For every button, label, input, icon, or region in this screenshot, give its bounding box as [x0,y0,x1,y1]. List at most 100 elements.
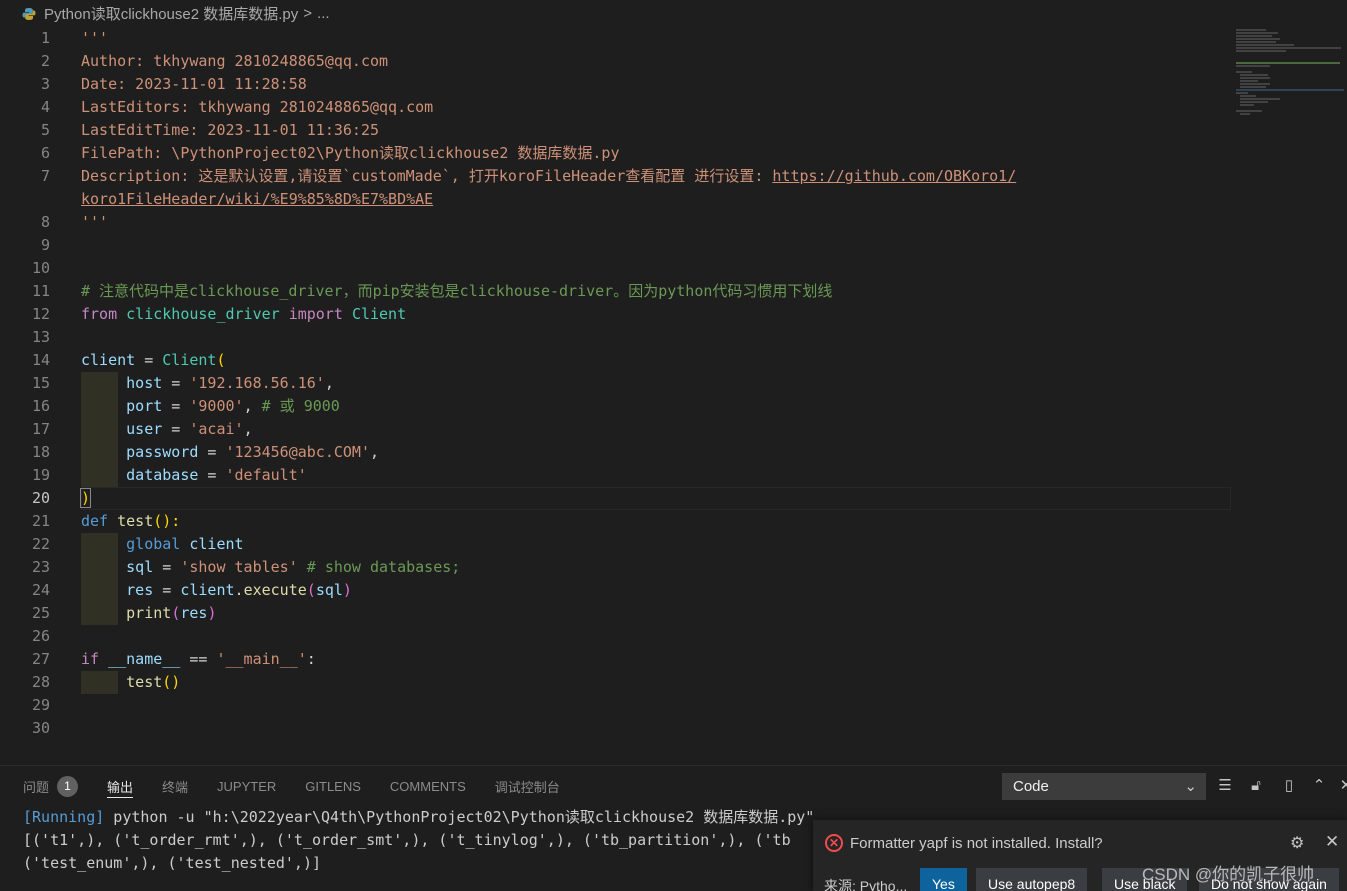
line-number: 22 [31,535,50,553]
code-line-comment: # 注意代码中是clickhouse_driver，而pip安装包是clickh… [81,282,833,300]
var-res: res [180,604,208,622]
running-label: [Running] [23,808,105,826]
func-sig: (): [153,512,181,530]
code-line: client = Client( [81,349,226,372]
line-number: 24 [31,581,50,599]
tab-jupyter[interactable]: JUPYTER [217,766,276,806]
code-line: FilePath: \PythonProject02\Python读取click… [81,144,620,162]
line-number: 15 [31,374,50,392]
code-line-import: from clickhouse_driver import Client [81,303,406,326]
var-client: client [180,581,235,599]
tab-label: GITLENS [305,778,361,794]
arg-key: host [126,374,163,392]
tab-comments[interactable]: COMMENTS [390,766,466,806]
tab-debug-console[interactable]: 调试控制台 [495,766,560,806]
gear-icon[interactable]: ⚙ [1290,833,1304,853]
line-number: 18 [31,443,50,461]
code-line: port = '9000', # 或 9000 [126,397,340,415]
problems-count-badge: 1 [57,775,79,797]
tab-label: 输出 [107,779,134,795]
use-autopep8-button[interactable]: Use autopep8 [976,868,1088,891]
line-number-active: 20 [31,489,50,507]
tab-label: 终端 [162,779,189,795]
lock-scroll-icon[interactable]: 🔓︎ [1247,777,1265,795]
tab-output[interactable]: 输出 [107,766,134,806]
line-number: 9 [40,236,50,254]
var-client: client [189,535,244,553]
breadcrumb-separator: > [303,5,313,22]
line-number: 6 [40,144,50,162]
line-number: 4 [40,98,50,116]
tab-problems[interactable]: 问题 1 [23,766,79,806]
code-line: Date: 2023-11-01 11:28:58 [81,75,307,93]
operator: == [180,650,217,668]
tab-terminal[interactable]: 终端 [162,766,188,806]
yes-button[interactable]: Yes [920,868,967,891]
code-line: test() [81,671,180,694]
code-line: print(res) [126,604,217,622]
code-line: Description: 这是默认设置,请设置`customMade`, 打开k… [81,165,1016,188]
class-name: Client [351,305,407,323]
var-sql: sql [315,581,343,599]
close-icon[interactable]: ✕ [1325,832,1339,852]
notification-text: Formatter yapf is not installed. Install… [850,834,1103,852]
line-number: 26 [31,627,50,645]
line-number: 12 [31,305,50,323]
code-line: LastEditTime: 2023-11-01 11:36:25 [81,121,380,139]
kw-global: global [126,535,181,553]
line-number: 19 [31,466,50,484]
line-number: 11 [31,282,50,300]
line-number: 27 [31,650,50,668]
line-number: 29 [31,696,50,714]
code-line: ''' [81,213,109,231]
close-panel-icon[interactable]: ✕ [1337,777,1347,795]
var-sql: sql [126,558,154,576]
breadcrumb-file[interactable]: Python读取clickhouse2 数据库数据.py [44,3,298,24]
arg-key: password [126,443,199,461]
code-line: def test(): [81,510,180,533]
kw-def: def [81,512,109,530]
output-source-value: Code [1013,778,1049,795]
code-line: user = 'acai', [126,420,253,438]
watermark: CSDN @你的凯子很帅 [1142,865,1315,884]
func-print: print [126,604,172,622]
code-line: password = '123456@abc.COM', [126,443,380,461]
code-line: koro1FileHeader/wiki/%E9%85%8D%E7%BD%AE [81,188,433,211]
open-log-icon[interactable]: ▯ [1280,777,1298,795]
line-number: 2 [40,52,50,70]
code-line-active: ) [79,487,92,510]
output-source-select[interactable]: Code ⌄ [1002,773,1206,800]
main-string: '__main__' [216,650,307,668]
clear-output-icon[interactable]: ☰ [1216,777,1234,795]
code-line: if __name__ == '__main__': [81,648,316,671]
code-line: host = '192.168.56.16', [126,374,334,392]
code-line: Author: tkhywang 2810248865@qq.com [81,52,389,70]
func-name: test [117,512,154,530]
code-editor[interactable]: 1 2 3 4 5 6 7 8 9 10 11 12 13 14 15 16 1… [0,27,1347,765]
bracket-close: ) [79,488,92,508]
minimap[interactable] [1232,27,1347,147]
arg-value: 'default' [225,466,307,484]
description-link-wrap[interactable]: koro1FileHeader/wiki/%E9%85%8D%E7%BD%AE [81,190,433,208]
error-icon: ✕ [825,834,843,852]
inline-comment: # 或 9000 [261,397,340,415]
line-number: 3 [40,75,50,93]
description-text: Description: 这是默认设置,请设置`customMade`, 打开k… [81,167,773,185]
var-res: res [126,581,154,599]
maximize-panel-icon[interactable]: ⌃ [1310,777,1328,795]
breadcrumb-more[interactable]: ... [317,5,330,22]
call-test: test [126,673,163,691]
line-number: 14 [31,351,50,369]
python-file-icon [22,7,36,21]
run-command: python -u "h:\2022year\Q4th\PythonProjec… [104,808,815,826]
line-number: 8 [40,213,50,231]
tab-label: 调试控制台 [494,779,560,795]
call-paren: () [162,673,181,691]
line-number: 7 [40,167,50,185]
description-link[interactable]: https://github.com/OBKoro1/ [772,167,1016,185]
notification-message: ✕ Formatter yapf is not installed. Instal… [825,834,1103,852]
line-number: 30 [31,719,50,737]
tab-label: JUPYTER [217,778,277,794]
tab-gitlens[interactable]: GITLENS [305,766,361,806]
bracket-open: ( [216,351,226,369]
